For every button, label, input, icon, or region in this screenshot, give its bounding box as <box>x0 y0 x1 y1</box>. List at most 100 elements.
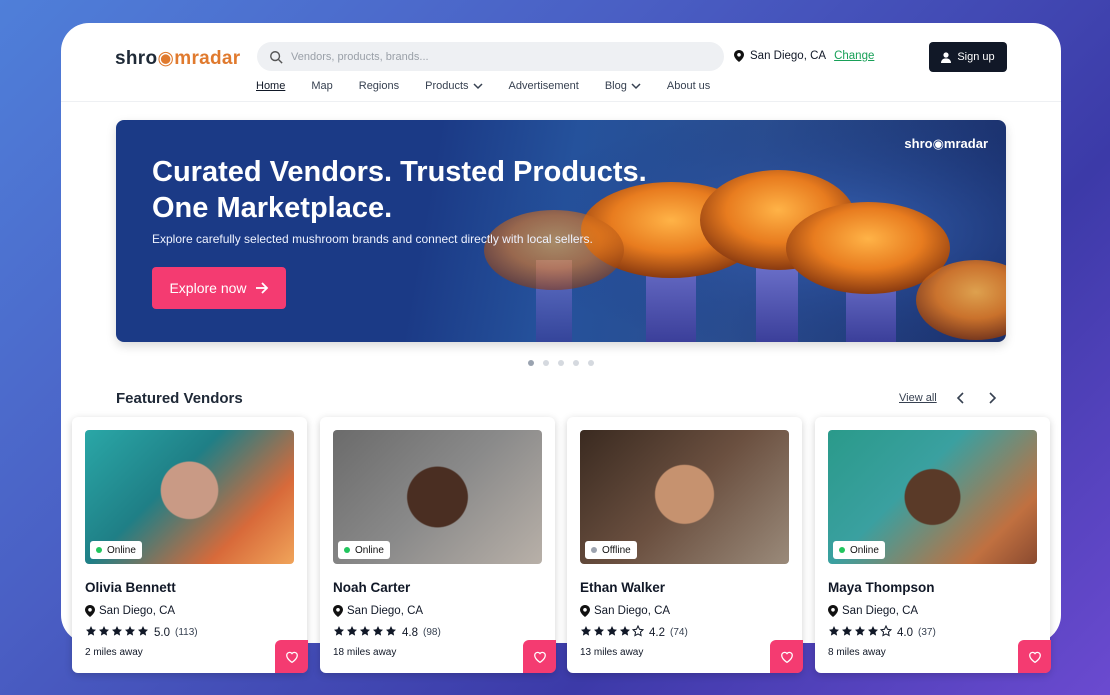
star-icon <box>593 625 605 640</box>
search-icon <box>270 50 283 64</box>
nav-item-about[interactable]: About us <box>667 80 710 92</box>
sign-up-label: Sign up <box>957 51 995 63</box>
star-icon <box>867 625 879 640</box>
main-nav: Home Map Regions Products Advertisement … <box>256 80 736 92</box>
hero-title-line2: One Marketplace. <box>152 192 393 224</box>
search-input[interactable] <box>291 50 711 63</box>
explore-now-button[interactable]: Explore now <box>152 267 286 309</box>
nav-label: Regions <box>358 80 400 92</box>
review-count: (113) <box>175 627 198 638</box>
status-dot <box>96 547 102 553</box>
status-label: Offline <box>602 544 631 556</box>
heart-icon <box>1028 651 1041 663</box>
carousel-dot[interactable] <box>543 360 549 366</box>
carousel-dot[interactable] <box>558 360 564 366</box>
status-label: Online <box>355 544 384 556</box>
status-badge: Offline <box>585 541 637 559</box>
chevron-down-icon <box>631 83 641 90</box>
nav-item-advertisement[interactable]: Advertisement <box>509 80 579 92</box>
favorite-button[interactable] <box>1018 640 1051 673</box>
favorite-button[interactable] <box>523 640 556 673</box>
vendor-location-text: San Diego, CA <box>347 605 424 617</box>
logo-text-end: mradar <box>174 48 241 69</box>
vendor-name: Ethan Walker <box>580 580 666 595</box>
heart-icon <box>533 651 546 663</box>
rating-value: 5.0 <box>154 626 170 639</box>
star-icon <box>359 625 371 640</box>
chevron-right-icon[interactable] <box>985 391 999 405</box>
featured-vendors-title: Featured Vendors <box>116 390 243 407</box>
vendor-card[interactable]: Online Noah Carter San Diego, CA 4.8 (98… <box>320 417 556 673</box>
star-icon <box>828 625 840 640</box>
review-count: (98) <box>423 627 441 638</box>
site-logo[interactable]: shro◉mradar <box>115 47 241 70</box>
star-icon <box>85 625 97 640</box>
status-dot <box>839 547 845 553</box>
star-icon <box>619 625 631 640</box>
change-location-link[interactable]: Change <box>834 50 874 62</box>
carousel-dot[interactable] <box>588 360 594 366</box>
favorite-button[interactable] <box>275 640 308 673</box>
vendor-card[interactable]: Online Maya Thompson San Diego, CA 4.0 (… <box>815 417 1051 673</box>
review-count: (74) <box>670 627 688 638</box>
vendor-rating: 4.0 (37) <box>828 624 936 640</box>
nav-item-home[interactable]: Home <box>256 80 285 92</box>
nav-item-regions[interactable]: Regions <box>359 80 399 92</box>
chevron-down-icon <box>473 83 483 90</box>
star-icon <box>98 625 110 640</box>
carousel-dots <box>528 360 594 366</box>
star-icon <box>137 625 149 640</box>
nav-label: About us <box>666 80 711 92</box>
status-label: Online <box>850 544 879 556</box>
heart-icon <box>780 651 793 663</box>
star-icon <box>841 625 853 640</box>
star-icon <box>854 625 866 640</box>
star-icon <box>346 625 358 640</box>
arrow-right-icon <box>255 282 268 294</box>
vendor-card[interactable]: Online Olivia Bennett San Diego, CA 5.0 … <box>72 417 308 673</box>
nav-item-map[interactable]: Map <box>311 80 332 92</box>
status-label: Online <box>107 544 136 556</box>
carousel-dot[interactable] <box>528 360 534 366</box>
chevron-left-icon[interactable] <box>954 391 968 405</box>
vendor-distance: 13 miles away <box>580 647 644 658</box>
nav-item-blog[interactable]: Blog <box>605 80 641 92</box>
status-dot <box>344 547 350 553</box>
vendor-rating: 5.0 (113) <box>85 625 198 640</box>
status-badge: Online <box>338 541 390 559</box>
star-icon <box>111 625 123 640</box>
hero-banner: shro◉mradar Curated Vendors. Trusted Pro… <box>116 120 1006 342</box>
vendor-name: Olivia Bennett <box>85 580 176 595</box>
status-dot <box>591 547 597 553</box>
nav-label: Advertisement <box>508 80 579 92</box>
status-badge: Online <box>90 541 142 559</box>
nav-item-products[interactable]: Products <box>425 80 483 92</box>
nav-label: Products <box>425 80 469 92</box>
header-divider <box>61 101 1061 102</box>
vendor-card[interactable]: Offline Ethan Walker San Diego, CA 4.2 (… <box>567 417 803 673</box>
heart-icon <box>285 651 298 663</box>
vendor-distance: 2 miles away <box>85 647 143 658</box>
favorite-button[interactable] <box>770 640 803 673</box>
vendor-rating: 4.8 (98) <box>333 625 441 640</box>
star-icon <box>879 624 893 640</box>
vendor-photo: Online <box>333 430 542 564</box>
search-bar[interactable] <box>257 42 724 71</box>
location-pin-icon <box>333 605 343 617</box>
nav-label: Map <box>311 80 333 92</box>
vendor-distance: 8 miles away <box>828 647 886 658</box>
vendor-location-text: San Diego, CA <box>842 605 919 617</box>
carousel-dot[interactable] <box>573 360 579 366</box>
location-pin-icon <box>734 50 744 62</box>
view-all-link[interactable]: View all <box>899 392 937 404</box>
vendor-distance: 18 miles away <box>333 647 397 658</box>
hero-title: Curated Vendors. Trusted Products. One M… <box>152 154 712 226</box>
sign-up-button[interactable]: Sign up <box>929 42 1007 72</box>
hero-subtitle: Explore carefully selected mushroom bran… <box>152 232 593 246</box>
star-icon <box>124 625 136 640</box>
rating-value: 4.0 <box>897 626 913 639</box>
star-icon <box>333 625 345 640</box>
user-icon <box>941 51 952 63</box>
star-icon <box>606 625 618 640</box>
location-pin-icon <box>85 605 95 617</box>
